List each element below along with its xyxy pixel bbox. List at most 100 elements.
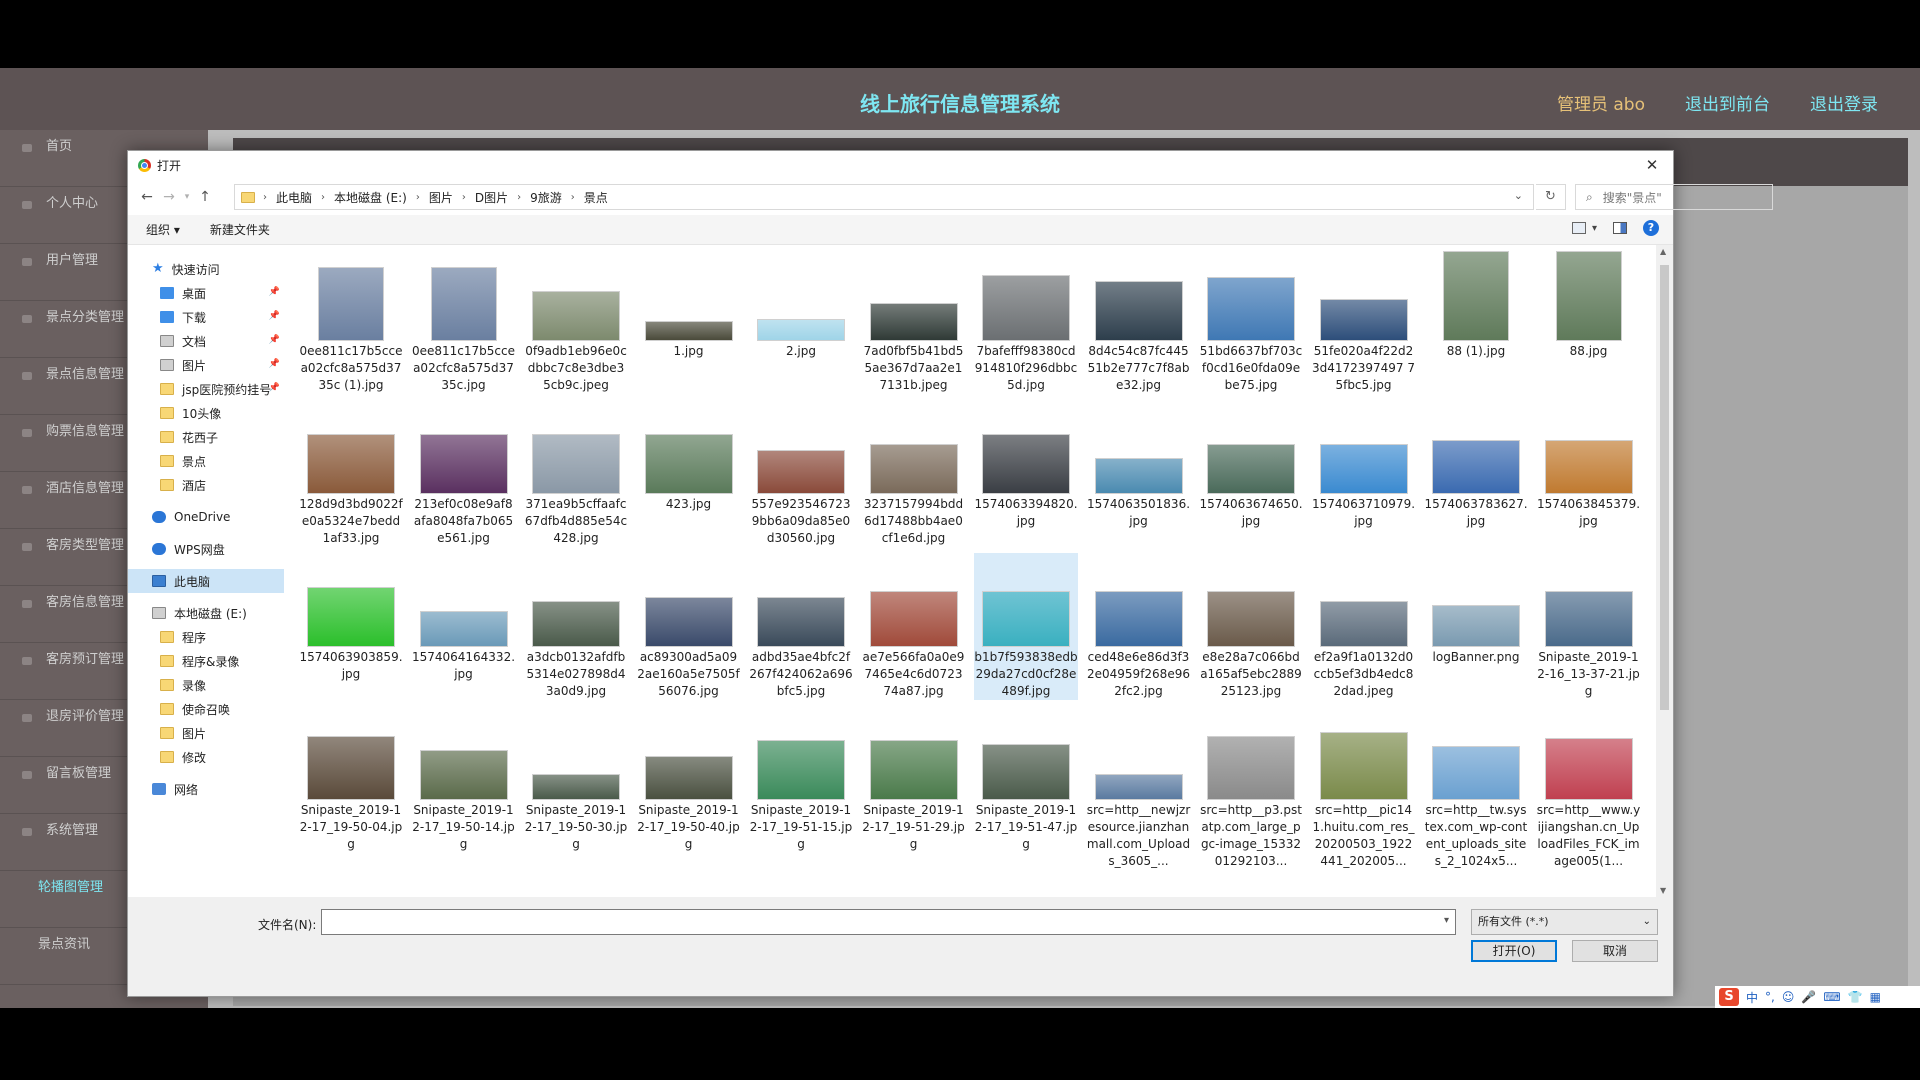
file-item[interactable]: 51bd6637bf703cf0cd16e0fda09ebe75.jpg	[1199, 247, 1303, 394]
dialog-titlebar[interactable]: 打开 ✕	[128, 151, 1673, 179]
file-item[interactable]: 88 (1).jpg	[1424, 247, 1528, 360]
file-item[interactable]: 128d9d3bd9022fe0a5324e7bedd1af33.jpg	[299, 400, 403, 547]
refresh-icon[interactable]: ↻	[1536, 184, 1566, 210]
nav-drive-folder[interactable]: 图片	[128, 721, 284, 745]
file-item[interactable]: 1574063394820.jpg	[974, 400, 1078, 530]
file-item[interactable]: 1.jpg	[637, 247, 741, 360]
skin-icon[interactable]: 👕	[1848, 990, 1863, 1004]
back-to-front-link[interactable]: 退出到前台	[1685, 90, 1770, 115]
file-item[interactable]: a3dcb0132afdfb5314e027898d43a0d9.jpg	[524, 553, 628, 700]
ime-toolbar[interactable]: S 中 °, ☺ 🎤 ⌨ 👕 ▦	[1715, 986, 1920, 1008]
file-item[interactable]: 371ea9b5cffaafc67dfb4d885e54c428.jpg	[524, 400, 628, 547]
file-item[interactable]: src=http__newjzresource.jianzhanmall.com…	[1087, 706, 1191, 870]
file-item[interactable]: 88.jpg	[1537, 247, 1641, 360]
up-arrow-icon[interactable]: ↑	[194, 186, 216, 208]
scrollbar-thumb[interactable]	[1660, 265, 1669, 710]
nav-quick-item[interactable]: 下载 📌	[128, 305, 284, 329]
nav-quick-item[interactable]: 花西子	[128, 425, 284, 449]
ime-mode[interactable]: 中	[1746, 989, 1758, 1006]
file-item[interactable]: 0ee811c17b5ccea02cfc8a575d3735c (1).jpg	[299, 247, 403, 394]
nav-quick-item[interactable]: 景点	[128, 449, 284, 473]
file-item[interactable]: 8d4c54c87fc44551b2e777c7f8abe32.jpg	[1087, 247, 1191, 394]
file-item[interactable]: 213ef0c08e9af8afa8048fa7b065e561.jpg	[412, 400, 516, 547]
nav-drive-folder[interactable]: 程序	[128, 625, 284, 649]
nav-quick-item[interactable]: 酒店	[128, 473, 284, 497]
file-item[interactable]: src=http__tw.systex.com_wp-content_uploa…	[1424, 706, 1528, 870]
nav-drive-folder[interactable]: 修改	[128, 745, 284, 769]
file-item[interactable]: b1b7f593838edb29da27cd0cf28e489f.jpg	[974, 553, 1078, 700]
grid-icon[interactable]: ▦	[1870, 990, 1881, 1004]
chevron-right-icon[interactable]: ›	[571, 192, 575, 203]
nav-drive-folder[interactable]: 程序&录像	[128, 649, 284, 673]
nav-quick-item[interactable]: 文档 📌	[128, 329, 284, 353]
file-item[interactable]: Snipaste_2019-12-17_19-50-30.jpg	[524, 706, 628, 853]
forward-arrow-icon[interactable]: →	[158, 186, 180, 208]
breadcrumb-item[interactable]: 9旅游	[530, 189, 562, 206]
file-item[interactable]: e8e28a7c066bda165af5ebc288925123.jpg	[1199, 553, 1303, 700]
file-item[interactable]: src=http__pic141.huitu.com_res_20200503_…	[1312, 706, 1416, 870]
file-item[interactable]: 1574063783627.jpg	[1424, 400, 1528, 530]
file-item[interactable]: ae7e566fa0a0e97465e4c6d072374a87.jpg	[862, 553, 966, 700]
file-item[interactable]: Snipaste_2019-12-17_19-51-15.jpg	[749, 706, 853, 853]
file-item[interactable]: Snipaste_2019-12-17_19-51-47.jpg	[974, 706, 1078, 853]
nav-this-pc[interactable]: 此电脑	[128, 569, 284, 593]
nav-drive-folder[interactable]: 录像	[128, 673, 284, 697]
file-item[interactable]: Snipaste_2019-12-17_19-50-14.jpg	[412, 706, 516, 853]
logout-link[interactable]: 退出登录	[1810, 90, 1878, 115]
nav-quick-item[interactable]: 图片 📌	[128, 353, 284, 377]
chevron-right-icon[interactable]: ›	[517, 192, 521, 203]
breadcrumb-item[interactable]: 此电脑	[276, 189, 312, 206]
breadcrumb-item[interactable]: D图片	[475, 189, 508, 206]
vertical-scrollbar[interactable]: ▲ ▼	[1656, 245, 1673, 897]
nav-quick-item[interactable]: 桌面 📌	[128, 281, 284, 305]
file-item[interactable]: ced48e6e86d3f32e04959f268e962fc2.jpg	[1087, 553, 1191, 700]
file-item[interactable]: 7bafefff98380cd914810f296dbbc5d.jpg	[974, 247, 1078, 394]
breadcrumb-item[interactable]: 景点	[584, 189, 608, 206]
file-item[interactable]: 3237157994bdd6d17488bb4ae0cf1e6d.jpg	[862, 400, 966, 547]
file-item[interactable]: Snipaste_2019-12-16_13-37-21.jpg	[1537, 553, 1641, 700]
microphone-icon[interactable]: 🎤	[1801, 990, 1816, 1004]
view-dropdown-chevron-icon[interactable]: ▾	[1592, 223, 1597, 234]
file-item[interactable]: 1574063710979.jpg	[1312, 400, 1416, 530]
nav-drive-folder[interactable]: 使命召唤	[128, 697, 284, 721]
preview-pane-icon[interactable]	[1613, 222, 1627, 234]
recent-locations-chevron-icon[interactable]: ▾	[180, 186, 194, 208]
file-item[interactable]: 1574063845379.jpg	[1537, 400, 1641, 530]
address-bar[interactable]: › 此电脑 › 本地磁盘 (E:) › 图片 › D图片 › 9旅游 › 景点 ⌄	[234, 184, 1534, 210]
file-item[interactable]: 2.jpg	[749, 247, 853, 360]
file-item[interactable]: ef2a9f1a0132d0ccb5ef3db4edc82dad.jpeg	[1312, 553, 1416, 700]
nav-onedrive[interactable]: OneDrive	[128, 505, 284, 529]
nav-network[interactable]: 网络	[128, 777, 284, 801]
filename-input[interactable]: ▾	[321, 909, 1456, 935]
nav-quick-access[interactable]: ★ 快速访问	[128, 257, 284, 281]
scroll-down-icon[interactable]: ▼	[1660, 886, 1666, 895]
file-item[interactable]: 423.jpg	[637, 400, 741, 513]
keyboard-icon[interactable]: ⌨	[1823, 990, 1840, 1004]
file-item[interactable]: 557e923546723 9bb6a09da85e0d30560.jpg	[749, 400, 853, 547]
nav-wps[interactable]: WPS网盘	[128, 537, 284, 561]
filetype-select[interactable]: 所有文件 (*.*) ⌄	[1471, 909, 1658, 935]
file-item[interactable]: src=http__p3.pstatp.com_large_pgc-image_…	[1199, 706, 1303, 870]
nav-drive-e[interactable]: 本地磁盘 (E:)	[128, 601, 284, 625]
file-item[interactable]: 1574063903859.jpg	[299, 553, 403, 683]
file-item[interactable]: 1574063501836.jpg	[1087, 400, 1191, 530]
change-view-icon[interactable]	[1571, 222, 1586, 234]
file-item[interactable]: 0ee811c17b5ccea02cfc8a575d3735c.jpg	[412, 247, 516, 394]
cancel-button[interactable]: 取消	[1572, 940, 1658, 962]
nav-quick-item[interactable]: 10头像	[128, 401, 284, 425]
file-item[interactable]: 51fe020a4f22d23d4172397497 75fbc5.jpg	[1312, 247, 1416, 394]
file-item[interactable]: 7ad0fbf5b41bd55ae367d7aa2e17131b.jpeg	[862, 247, 966, 394]
punctuation-icon[interactable]: °,	[1765, 990, 1775, 1004]
chevron-right-icon[interactable]: ›	[321, 192, 325, 203]
chevron-down-icon[interactable]: ⌄	[1514, 189, 1523, 202]
file-item[interactable]: src=http__www.yijiangshan.cn_UploadFiles…	[1537, 706, 1641, 870]
file-item[interactable]: Snipaste_2019-12-17_19-50-04.jpg	[299, 706, 403, 853]
organize-menu[interactable]: 组织 ▾	[146, 221, 180, 238]
file-item[interactable]: logBanner.png	[1424, 553, 1528, 666]
file-item[interactable]: 1574064164332.jpg	[412, 553, 516, 683]
file-item[interactable]: 0f9adb1eb96e0cdbbc7c8e3dbe35cb9c.jpeg	[524, 247, 628, 394]
search-box[interactable]: ⌕ 搜索"景点"	[1575, 184, 1773, 210]
file-item[interactable]: Snipaste_2019-12-17_19-50-40.jpg	[637, 706, 741, 853]
breadcrumb-item[interactable]: 本地磁盘 (E:)	[334, 189, 407, 206]
close-button[interactable]: ✕	[1637, 151, 1667, 179]
